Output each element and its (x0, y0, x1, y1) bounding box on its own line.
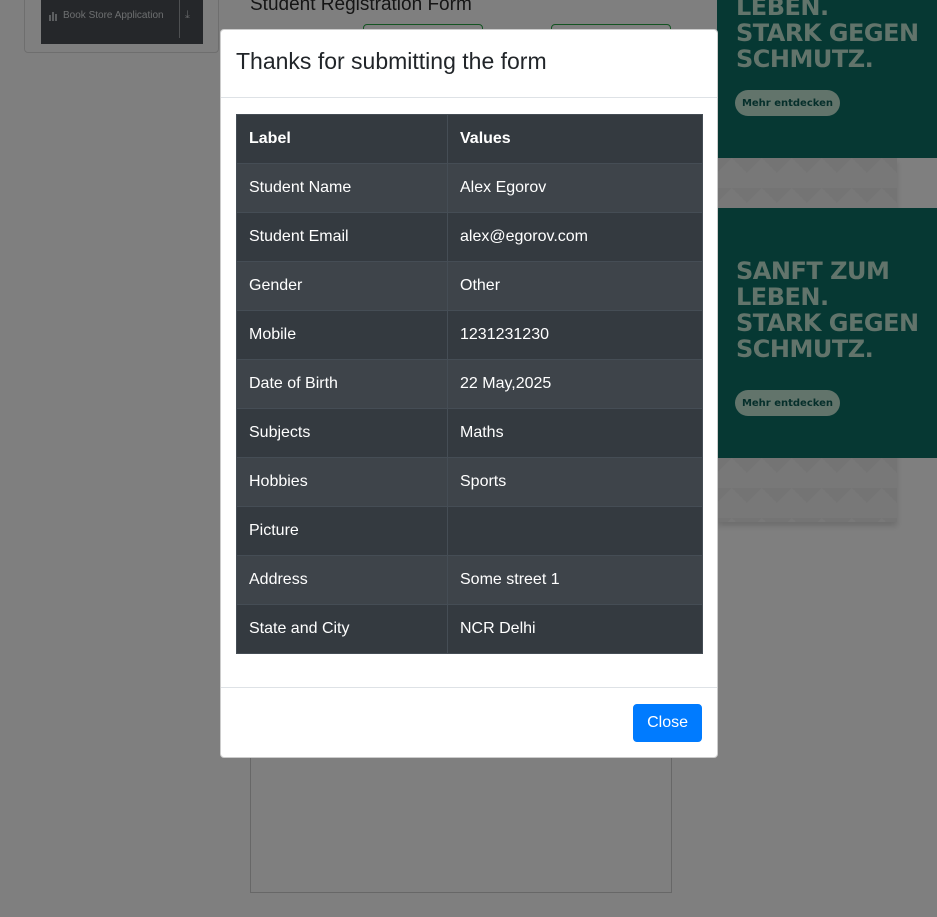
table-row: Address Some street 1 (236, 555, 703, 605)
row-label: Student Name (236, 163, 448, 213)
row-label: Subjects (236, 408, 448, 458)
modal-footer: Close (221, 687, 717, 757)
row-label: Date of Birth (236, 359, 448, 409)
row-value: Alex Egorov (447, 163, 703, 213)
table-row: Subjects Maths (236, 408, 703, 458)
column-header-label: Label (236, 114, 448, 164)
table-row: Mobile 1231231230 (236, 310, 703, 360)
row-value: 1231231230 (447, 310, 703, 360)
row-label: Student Email (236, 212, 448, 262)
close-button[interactable]: Close (633, 704, 702, 742)
row-value: Some street 1 (447, 555, 703, 605)
row-label: Mobile (236, 310, 448, 360)
row-value: NCR Delhi (447, 604, 703, 654)
modal-title: Thanks for submitting the form (236, 48, 547, 74)
row-value: Other (447, 261, 703, 311)
table-row: Gender Other (236, 261, 703, 311)
table-row: Date of Birth 22 May,2025 (236, 359, 703, 409)
table-row: State and City NCR Delhi (236, 604, 703, 654)
row-label: Gender (236, 261, 448, 311)
table-row: Student Email alex@egorov.com (236, 212, 703, 262)
table-row: Hobbies Sports (236, 457, 703, 507)
row-value: 22 May,2025 (447, 359, 703, 409)
table-row: Student Name Alex Egorov (236, 163, 703, 213)
row-label: Picture (236, 506, 448, 556)
row-value (447, 506, 703, 556)
row-label: State and City (236, 604, 448, 654)
submission-modal: Thanks for submitting the form Label Val… (220, 29, 718, 758)
modal-header: Thanks for submitting the form (221, 30, 717, 98)
row-value: Maths (447, 408, 703, 458)
modal-body: Label Values Student Name Alex Egorov St… (236, 114, 703, 654)
table-header-row: Label Values (236, 114, 703, 164)
row-label: Address (236, 555, 448, 605)
row-value: alex@egorov.com (447, 212, 703, 262)
table-row: Picture (236, 506, 703, 556)
submission-table: Label Values Student Name Alex Egorov St… (236, 114, 703, 654)
row-value: Sports (447, 457, 703, 507)
row-label: Hobbies (236, 457, 448, 507)
column-header-values: Values (447, 114, 703, 164)
